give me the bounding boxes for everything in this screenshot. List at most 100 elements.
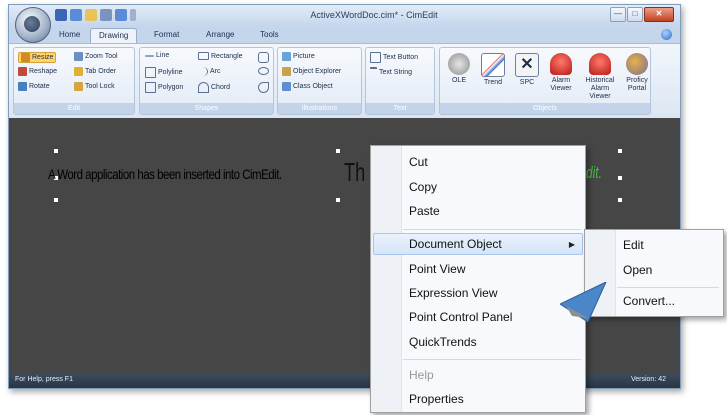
menu-icon-gutter — [371, 146, 402, 412]
group-text: Text Button Text String Text — [365, 47, 435, 115]
group-label-text: Text — [366, 103, 434, 114]
print-icon[interactable] — [100, 9, 112, 21]
proficy-portal-button[interactable]: Proficy Portal — [620, 53, 654, 93]
tab-order-button[interactable]: Tab Order — [74, 67, 116, 76]
document-text[interactable]: A Word application has been inserted int… — [48, 166, 282, 182]
ole-icon — [448, 53, 470, 75]
picture-icon — [282, 52, 291, 61]
object-explorer-button[interactable]: Object Explorer — [282, 67, 341, 76]
group-label-illustrations: Illustrations — [278, 103, 361, 114]
tab-drawing[interactable]: Drawing — [90, 28, 138, 43]
menu-item-paste[interactable]: Paste — [409, 204, 440, 218]
menu-item-point-control-panel[interactable]: Point Control Panel — [409, 310, 512, 324]
class-object-button[interactable]: Class Object — [282, 82, 333, 91]
menu-item-help: Help — [409, 368, 434, 382]
menu-item-properties[interactable]: Properties — [409, 392, 464, 406]
open-folder-icon[interactable] — [85, 9, 97, 21]
tab-format[interactable]: Format — [154, 30, 179, 39]
class-object-icon — [282, 82, 291, 91]
selection-handle[interactable] — [618, 198, 622, 202]
group-edit: Resize Zoom Tool Reshape Tab Order Rotat… — [13, 47, 135, 115]
window-controls: — □ ✕ — [610, 7, 674, 22]
document-green-text[interactable]: dit. — [586, 163, 602, 183]
text-string-icon — [370, 67, 377, 78]
text-string-button[interactable]: Text String — [370, 67, 412, 78]
ole-button[interactable]: OLE — [442, 53, 476, 85]
menu-item-expression-view[interactable]: Expression View — [409, 286, 498, 300]
group-label-edit: Edit — [14, 103, 134, 114]
historical-alarm-viewer-icon — [589, 53, 611, 75]
line-icon — [145, 54, 154, 57]
ellipse-icon — [258, 67, 269, 75]
zoom-tool-button[interactable]: Zoom Tool — [74, 52, 118, 61]
group-label-objects: Objects — [440, 103, 650, 114]
group-label-shapes: Shapes — [140, 103, 273, 114]
alarm-viewer-button[interactable]: Alarm Viewer — [544, 53, 578, 93]
window-title: ActiveXWordDoc.cim* - CimEdit — [310, 10, 438, 20]
tab-home[interactable]: Home — [59, 30, 80, 39]
arc-button[interactable]: Arc — [198, 67, 221, 76]
menu-item-copy[interactable]: Copy — [409, 180, 437, 194]
line-button[interactable]: Line — [145, 52, 169, 59]
chord-button[interactable]: Chord — [198, 82, 230, 93]
reshape-button[interactable]: Reshape — [18, 67, 57, 76]
undo-icon[interactable] — [70, 9, 82, 21]
selection-handle[interactable] — [54, 149, 58, 153]
title-bar: ActiveXWordDoc.cim* - CimEdit — □ ✕ — [9, 5, 680, 27]
document-large-text[interactable]: Th — [344, 157, 365, 188]
trend-button[interactable]: Trend — [476, 53, 510, 87]
spc-button[interactable]: ✕ SPC — [510, 53, 544, 87]
polyline-button[interactable]: Polyline — [145, 67, 183, 78]
pie-button[interactable] — [258, 82, 269, 93]
status-help-text: For Help, press F1 — [15, 376, 73, 383]
polygon-icon — [145, 82, 156, 93]
text-button-button[interactable]: Text Button — [370, 52, 418, 63]
text-button-icon — [370, 52, 381, 63]
proficy-portal-icon — [626, 53, 648, 75]
customize-qat-icon[interactable] — [130, 9, 136, 21]
trend-icon — [481, 53, 505, 77]
selection-handle[interactable] — [336, 198, 340, 202]
minimize-button[interactable]: — — [610, 7, 626, 22]
submenu-arrow-icon: ▶ — [568, 240, 575, 249]
save-icon[interactable] — [55, 9, 67, 21]
menu-item-document-object[interactable]: Document Object — [409, 237, 502, 251]
alarm-viewer-icon — [550, 53, 572, 75]
tool-lock-button[interactable]: Tool Lock — [74, 82, 115, 91]
redo-icon[interactable] — [115, 9, 127, 21]
pie-icon — [258, 82, 269, 93]
selection-handle[interactable] — [54, 198, 58, 202]
close-button[interactable]: ✕ — [644, 7, 674, 22]
selection-handle[interactable] — [618, 149, 622, 153]
application-button[interactable] — [15, 7, 51, 43]
menu-item-point-view[interactable]: Point View — [409, 262, 465, 276]
historical-alarm-viewer-button[interactable]: Historical Alarm Viewer — [580, 53, 620, 101]
rectangle-button[interactable]: Rectangle — [198, 52, 243, 60]
callout-pointer-icon — [560, 282, 607, 322]
rounded-rect-button[interactable] — [258, 52, 269, 63]
tab-arrange[interactable]: Arrange — [206, 30, 234, 39]
lock-icon — [74, 82, 83, 91]
menu-item-cut[interactable]: Cut — [409, 155, 428, 169]
help-icon[interactable] — [661, 29, 672, 40]
chord-icon — [198, 82, 209, 93]
rotate-button[interactable]: Rotate — [18, 82, 50, 91]
tab-tools[interactable]: Tools — [260, 30, 279, 39]
reshape-icon — [18, 67, 27, 76]
group-shapes: Line Rectangle Polyline Arc Polygon Chor… — [139, 47, 274, 115]
selection-handle[interactable] — [336, 149, 340, 153]
menu-separator — [403, 229, 581, 230]
ribbon-tabs: Home Drawing Format Arrange Tools — [9, 27, 680, 43]
picture-button[interactable]: Picture — [282, 52, 315, 61]
ellipse-button[interactable] — [258, 67, 269, 75]
menu-separator — [403, 359, 581, 360]
menu-item-quicktrends[interactable]: QuickTrends — [409, 335, 477, 349]
selection-handle[interactable] — [618, 176, 622, 180]
resize-button[interactable]: Resize — [18, 52, 57, 63]
submenu-item-open[interactable]: Open — [623, 263, 652, 277]
submenu-item-convert[interactable]: Convert... — [623, 294, 675, 308]
polygon-button[interactable]: Polygon — [145, 82, 183, 93]
maximize-button[interactable]: □ — [627, 7, 643, 22]
group-objects: OLE Trend ✕ SPC Alarm Viewer Historical A… — [439, 47, 651, 115]
submenu-item-edit[interactable]: Edit — [623, 238, 644, 252]
